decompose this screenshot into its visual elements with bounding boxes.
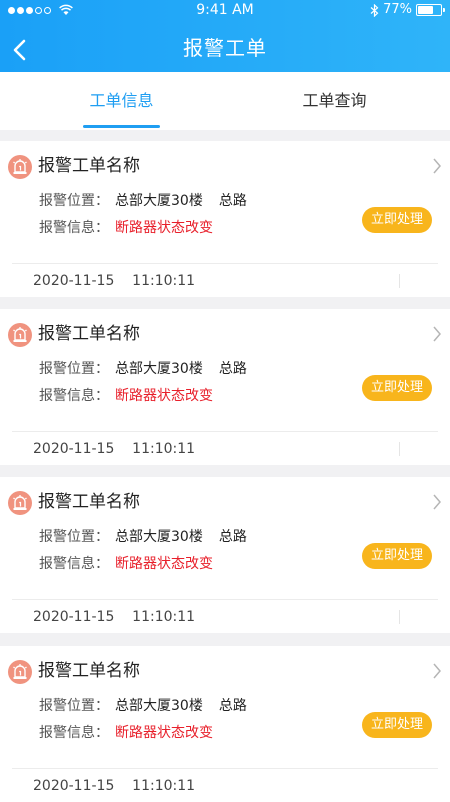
info-value: 断路器状态改变 xyxy=(115,556,213,572)
info-label: 报警信息： xyxy=(39,388,109,404)
alarm-info-row: 报警信息： 断路器状态改变 xyxy=(39,723,213,743)
location-extra: 总路 xyxy=(218,698,247,714)
handle-now-button[interactable]: 立即处理 xyxy=(362,543,432,569)
active-tab-indicator xyxy=(83,125,160,128)
alarm-icon xyxy=(8,155,32,179)
bluetooth-icon xyxy=(370,3,379,17)
tab-bar: 工单信息 工单查询 xyxy=(0,72,450,130)
page-title: 报警工单 xyxy=(183,36,267,60)
info-value: 断路器状态改变 xyxy=(115,725,213,741)
chevron-right-icon[interactable] xyxy=(432,493,442,511)
alarm-location-row: 报警位置： 总部大厦30楼 总路 xyxy=(39,696,247,716)
card-title: 报警工单名称 xyxy=(38,492,140,512)
location-extra: 总路 xyxy=(218,529,247,545)
card-title: 报警工单名称 xyxy=(38,156,140,176)
divider xyxy=(12,431,438,432)
location-value: 总部大厦30楼 xyxy=(115,361,203,377)
tab-order-info[interactable]: 工单信息 xyxy=(9,72,234,130)
alarm-order-card[interactable]: 报警工单名称 报警位置： 总部大厦30楼 总路 报警信息： 断路器状态改变 立即处理 … xyxy=(0,646,450,802)
battery-percent: 77% xyxy=(383,2,412,17)
location-label: 报警位置： xyxy=(39,529,109,545)
location-value: 总部大厦30楼 xyxy=(115,698,203,714)
card-title: 报警工单名称 xyxy=(38,661,140,681)
alarm-info-row: 报警信息： 断路器状态改变 xyxy=(39,218,213,238)
chevron-right-icon[interactable] xyxy=(432,157,442,175)
battery-tip xyxy=(443,8,445,12)
handle-now-button[interactable]: 立即处理 xyxy=(362,375,432,401)
status-right: 77% xyxy=(370,0,445,20)
alarm-icon xyxy=(8,660,32,684)
info-value: 断路器状态改变 xyxy=(115,388,213,404)
info-label: 报警信息： xyxy=(39,725,109,741)
alarm-location-row: 报警位置： 总部大厦30楼 总路 xyxy=(39,527,247,547)
chevron-right-icon[interactable] xyxy=(432,662,442,680)
divider xyxy=(12,599,438,600)
location-label: 报警位置： xyxy=(39,361,109,377)
card-title: 报警工单名称 xyxy=(38,324,140,344)
location-value: 总部大厦30楼 xyxy=(115,529,203,545)
separator xyxy=(399,274,400,288)
handle-now-button[interactable]: 立即处理 xyxy=(362,712,432,738)
alarm-order-card[interactable]: 报警工单名称 报警位置： 总部大厦30楼 总路 报警信息： 断路器状态改变 立即处理 … xyxy=(0,141,450,297)
location-label: 报警位置： xyxy=(39,698,109,714)
alarm-icon xyxy=(8,323,32,347)
info-label: 报警信息： xyxy=(39,220,109,236)
alarm-order-card[interactable]: 报警工单名称 报警位置： 总部大厦30楼 总路 报警信息： 断路器状态改变 立即处理 … xyxy=(0,477,450,633)
location-extra: 总路 xyxy=(218,193,247,209)
info-label: 报警信息： xyxy=(39,556,109,572)
location-label: 报警位置： xyxy=(39,193,109,209)
timestamp: 2020-11-15 11:10:11 xyxy=(33,273,196,289)
status-bar: 9:41 AM 77% xyxy=(0,0,450,20)
alarm-location-row: 报警位置： 总部大厦30楼 总路 xyxy=(39,359,247,379)
location-extra: 总路 xyxy=(218,361,247,377)
tab-order-query[interactable]: 工单查询 xyxy=(222,72,447,130)
timestamp: 2020-11-15 11:10:11 xyxy=(33,778,196,794)
divider xyxy=(12,263,438,264)
handle-now-button[interactable]: 立即处理 xyxy=(362,207,432,233)
info-value: 断路器状态改变 xyxy=(115,220,213,236)
app-header: 9:41 AM 77% 报警工单 xyxy=(0,0,450,72)
separator xyxy=(399,610,400,624)
chevron-right-icon[interactable] xyxy=(432,325,442,343)
separator xyxy=(399,442,400,456)
alarm-info-row: 报警信息： 断路器状态改变 xyxy=(39,554,213,574)
alarm-info-row: 报警信息： 断路器状态改变 xyxy=(39,386,213,406)
alarm-order-card[interactable]: 报警工单名称 报警位置： 总部大厦30楼 总路 报警信息： 断路器状态改变 立即处理 … xyxy=(0,309,450,465)
timestamp: 2020-11-15 11:10:11 xyxy=(33,441,196,457)
alarm-location-row: 报警位置： 总部大厦30楼 总路 xyxy=(39,191,247,211)
divider xyxy=(12,768,438,769)
location-value: 总部大厦30楼 xyxy=(115,193,203,209)
timestamp: 2020-11-15 11:10:11 xyxy=(33,609,196,625)
battery-level xyxy=(418,6,433,14)
battery-icon xyxy=(416,4,445,16)
alarm-icon xyxy=(8,491,32,515)
